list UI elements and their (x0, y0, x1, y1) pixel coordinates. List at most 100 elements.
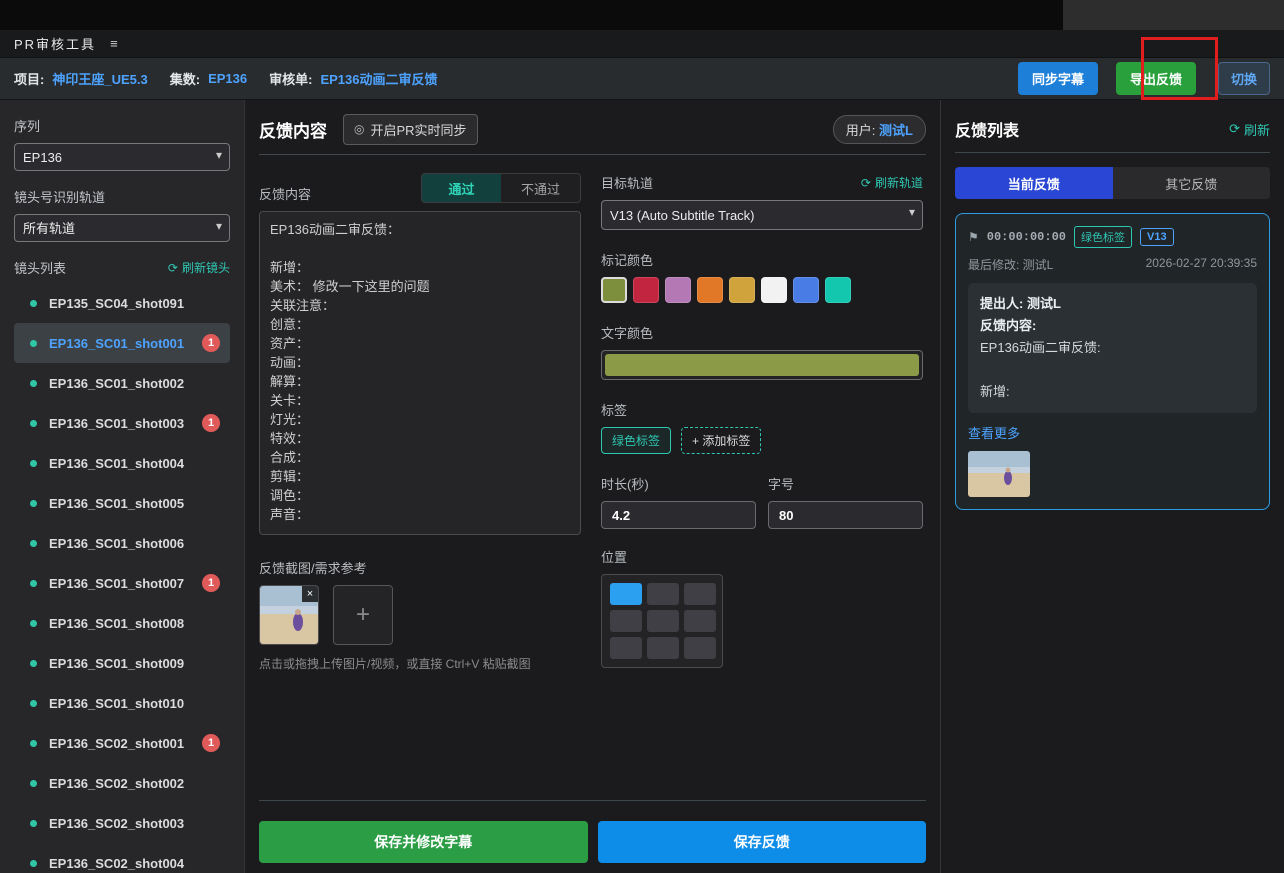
tab-pass[interactable]: 通过 (422, 174, 501, 202)
feedback-textarea[interactable]: EP136动画二审反馈： 新增： 美术： 修改一下这里的问题 关联注意： 创意：… (259, 211, 581, 535)
shot-bullet-icon (30, 540, 37, 547)
shot-list-item[interactable]: EP136_SC02_shot003 (14, 803, 230, 843)
shot-list-item[interactable]: EP136_SC01_shot005 (14, 483, 230, 523)
shot-list-item[interactable]: EP136_SC01_shot009 (14, 643, 230, 683)
fontsize-input[interactable] (768, 501, 923, 529)
feedback-text-column: 反馈内容 通过 不通过 EP136动画二审反馈： 新增： 美术： 修改一下这里的… (259, 173, 581, 672)
pr-realtime-sync-button[interactable]: ◎ 开启PR实时同步 (343, 114, 478, 145)
save-and-modify-subtitle-button[interactable]: 保存并修改字幕 (259, 821, 588, 863)
shot-bullet-icon (30, 460, 37, 467)
shot-sidebar: 序列 EP136 ▾ 镜头号识别轨道 所有轨道 ▾ 镜头列表 ⟳ 刷新镜头 (0, 100, 245, 873)
mark-color-swatch[interactable] (729, 277, 755, 303)
sequence-select[interactable]: EP136 (14, 143, 230, 171)
content-label: 反馈内容: (980, 315, 1245, 337)
track-recognition-label: 镜头号识别轨道 (14, 187, 230, 206)
feedback-card-body: 提出人: 测试L 反馈内容: EP136动画二审反馈: 新增: (968, 283, 1257, 413)
mark-color-swatch[interactable] (761, 277, 787, 303)
episode-value: EP136 (208, 71, 247, 86)
content-text: EP136动画二审反馈: 新增: (980, 337, 1245, 403)
plus-icon: + (356, 601, 370, 629)
menu-icon[interactable]: ≡ (110, 36, 118, 51)
export-feedback-button[interactable]: 导出反馈 (1116, 62, 1196, 95)
shot-list-item[interactable]: EP136_SC01_shot0031 (14, 403, 230, 443)
position-label: 位置 (601, 547, 923, 566)
switch-button[interactable]: 切换 (1218, 62, 1270, 95)
position-cell[interactable] (684, 637, 716, 659)
duration-label: 时长(秒) (601, 474, 756, 493)
shot-list-item[interactable]: EP136_SC01_shot0071 (14, 563, 230, 603)
position-cell[interactable] (647, 610, 679, 632)
mark-color-swatch[interactable] (697, 277, 723, 303)
position-cell[interactable] (647, 583, 679, 605)
feedback-count-badge: 1 (202, 414, 220, 432)
mark-color-swatch[interactable] (665, 277, 691, 303)
shot-list-item[interactable]: EP136_SC01_shot010 (14, 683, 230, 723)
window-fragment (1063, 0, 1284, 30)
tab-other-feedback[interactable]: 其它反馈 (1113, 167, 1271, 199)
shot-list-item[interactable]: EP136_SC02_shot0011 (14, 723, 230, 763)
shot-list-item[interactable]: EP136_SC01_shot006 (14, 523, 230, 563)
pass-fail-tabs: 通过 不通过 (421, 173, 581, 203)
track-recognition-select[interactable]: 所有轨道 (14, 214, 230, 242)
tab-fail[interactable]: 不通过 (501, 174, 580, 202)
tag-green-chip[interactable]: 绿色标签 (601, 427, 671, 454)
feedback-card[interactable]: ⚑ 00:00:00:00 绿色标签 V13 最后修改: 测试L 2026-02… (955, 213, 1270, 510)
position-cell[interactable] (684, 583, 716, 605)
close-icon[interactable]: × (302, 586, 318, 602)
position-cell[interactable] (610, 610, 642, 632)
shot-list-item[interactable]: EP136_SC02_shot004 (14, 843, 230, 873)
mark-color-swatch[interactable] (633, 277, 659, 303)
mark-color-swatch[interactable] (601, 277, 627, 303)
position-cell[interactable] (647, 637, 679, 659)
refresh-track-link[interactable]: ⟳ 刷新轨道 (861, 174, 923, 191)
position-cell[interactable] (610, 583, 642, 605)
view-more-link[interactable]: 查看更多 (968, 423, 1020, 442)
shot-list-item[interactable]: EP135_SC04_shot091 (14, 283, 230, 323)
shot-name: EP136_SC01_shot005 (49, 496, 184, 511)
target-track-select[interactable]: V13 (Auto Subtitle Track) (601, 200, 923, 230)
shot-bullet-icon (30, 700, 37, 707)
project-value: 神印王座_UE5.3 (52, 69, 147, 88)
shot-list: EP135_SC04_shot091EP136_SC01_shot0011 EP1… (14, 283, 230, 873)
tab-current-feedback[interactable]: 当前反馈 (955, 167, 1113, 199)
shot-bullet-icon (30, 820, 37, 827)
duration-input[interactable] (601, 501, 756, 529)
feedback-list-title: 反馈列表 (955, 117, 1019, 141)
save-feedback-button[interactable]: 保存反馈 (598, 821, 927, 863)
shot-list-item[interactable]: EP136_SC02_shot002 (14, 763, 230, 803)
refresh-icon: ⟳ (1229, 121, 1240, 137)
feedback-thumbnail[interactable] (968, 451, 1030, 497)
page-title: 反馈内容 (259, 117, 327, 142)
shot-list-item[interactable]: EP136_SC01_shot004 (14, 443, 230, 483)
uploaded-screenshot-thumbnail[interactable]: × (259, 585, 319, 645)
add-tag-button[interactable]: + 添加标签 (681, 427, 761, 454)
divider (955, 152, 1270, 153)
shot-name: EP136_SC01_shot002 (49, 376, 184, 391)
sequence-label: 序列 (14, 116, 230, 135)
shot-name: EP136_SC02_shot001 (49, 736, 184, 751)
mark-color-swatch[interactable] (793, 277, 819, 303)
text-color-picker[interactable] (601, 350, 923, 380)
refresh-shots-link[interactable]: ⟳ 刷新镜头 (168, 259, 230, 276)
shot-list-item[interactable]: EP136_SC01_shot008 (14, 603, 230, 643)
screenshot-ref-label: 反馈截图/需求参考 (259, 558, 581, 577)
text-color-label: 文字颜色 (601, 323, 923, 342)
episode-label: 集数: (170, 69, 200, 88)
author-label: 提出人: 测试L (980, 293, 1245, 315)
project-label: 项目: (14, 69, 44, 88)
subtitle-settings-column: 目标轨道 ⟳ 刷新轨道 V13 (Auto Subtitle Track) ▾ … (601, 173, 923, 672)
sync-subtitle-button[interactable]: 同步字幕 (1018, 62, 1098, 95)
add-screenshot-button[interactable]: + (333, 585, 393, 645)
position-cell[interactable] (610, 637, 642, 659)
position-cell[interactable] (684, 610, 716, 632)
shot-list-item[interactable]: EP136_SC01_shot0011 (14, 323, 230, 363)
track-chip: V13 (1140, 228, 1174, 246)
mark-color-swatch[interactable] (825, 277, 851, 303)
refresh-feedback-link[interactable]: ⟳ 刷新 (1229, 120, 1270, 139)
divider (259, 800, 926, 801)
shot-name: EP136_SC01_shot009 (49, 656, 184, 671)
shot-list-item[interactable]: EP136_SC01_shot002 (14, 363, 230, 403)
shot-bullet-icon (30, 300, 37, 307)
review-label: 审核单: (269, 69, 312, 88)
os-top-strip (0, 0, 1284, 30)
